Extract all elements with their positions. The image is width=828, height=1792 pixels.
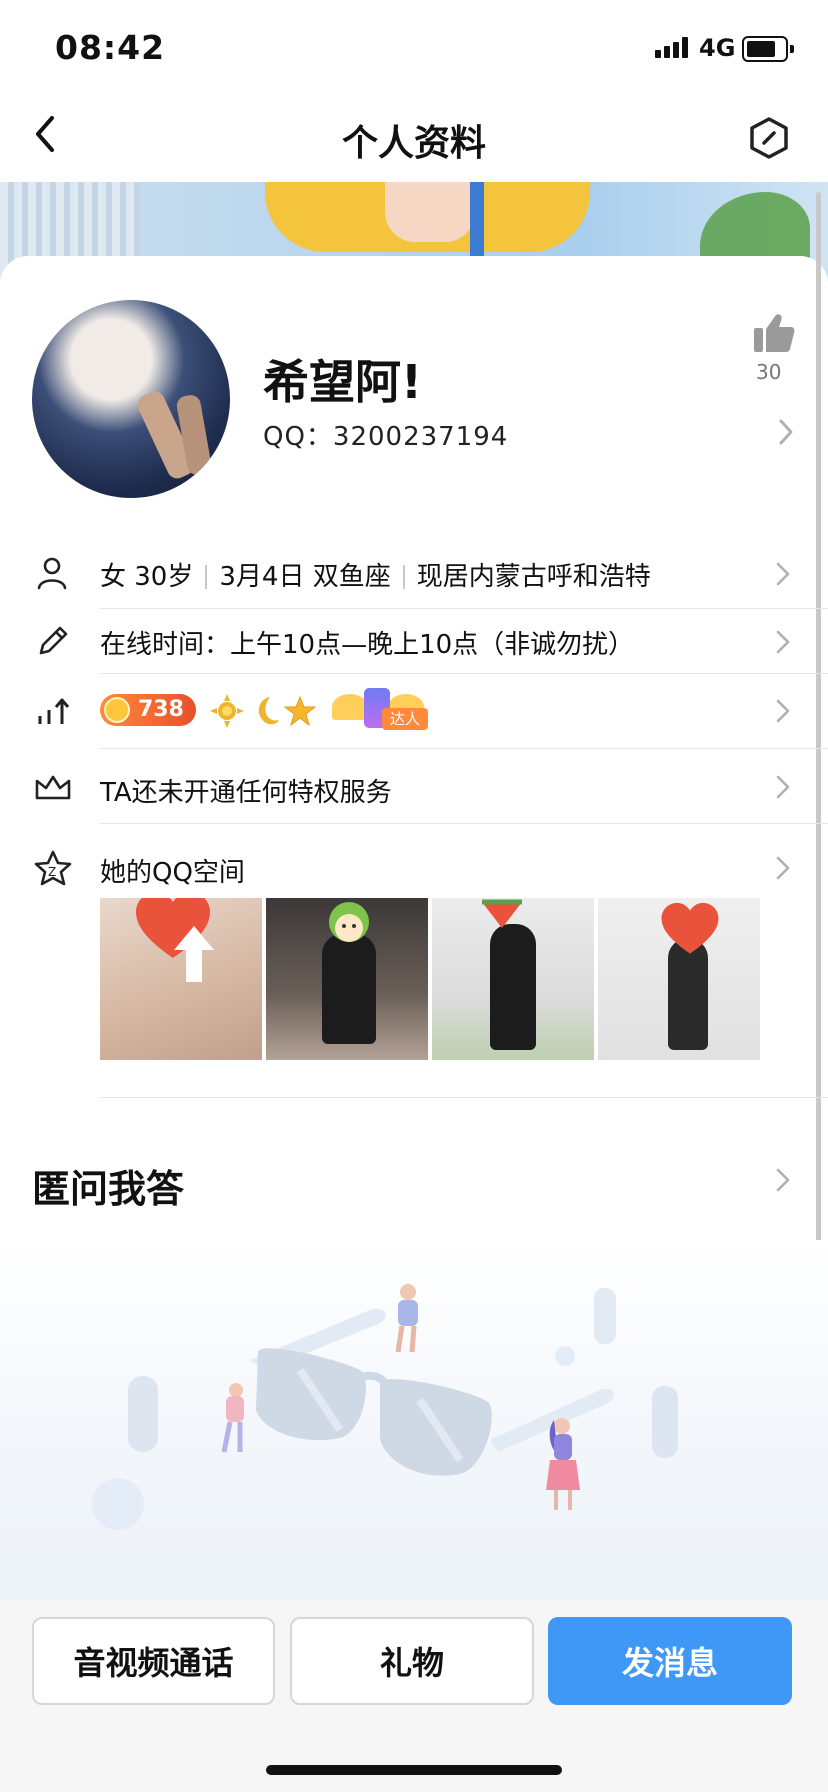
location: 现居内蒙古呼和浩特 [416, 562, 651, 592]
cover-figure-skin [385, 182, 475, 242]
moon-icon [250, 695, 280, 731]
chevron-right-icon[interactable] [776, 775, 790, 803]
separator [402, 565, 405, 589]
chevron-right-icon[interactable] [776, 630, 790, 658]
scrollbar[interactable] [816, 192, 821, 1410]
status-time: 08:42 [55, 28, 166, 67]
battery-icon [742, 36, 794, 62]
heart-sticker-icon [661, 902, 719, 954]
photo-figure [322, 934, 376, 1044]
empty-state-illustration [0, 1240, 828, 1600]
divider [100, 608, 828, 609]
coin-icon [104, 697, 130, 723]
chevron-right-icon[interactable] [776, 1168, 790, 1196]
chevron-right-icon[interactable] [778, 418, 794, 450]
home-indicator[interactable] [266, 1765, 562, 1775]
level-value: 738 [138, 697, 184, 722]
anonymous-qa-title[interactable]: 匿问我答 [32, 1158, 184, 1213]
like-count: 30 [756, 360, 782, 384]
wing-left [332, 694, 368, 720]
hexagon-edit-icon[interactable] [748, 116, 790, 164]
daren-badge[interactable]: 达人 [330, 688, 428, 732]
network-type: 4G [699, 34, 736, 62]
divider [100, 673, 828, 674]
crown-icon [34, 772, 72, 806]
separator [205, 565, 208, 589]
sun-icon [210, 694, 244, 732]
gender-age: 女 30岁 [100, 562, 194, 592]
daren-tag: 达人 [382, 708, 428, 730]
page-title: 个人资料 [341, 123, 486, 164]
star-icon [283, 695, 317, 731]
privilege-status[interactable]: TA还未开通任何特权服务 [100, 772, 392, 809]
level-up-icon [36, 696, 70, 730]
photo-figure [490, 924, 536, 1050]
chevron-right-icon[interactable] [776, 856, 790, 884]
birthday: 3月4日 双鱼座 [219, 562, 391, 592]
basic-info[interactable]: 女 30岁 3月4日 双鱼座 现居内蒙古呼和浩特 [100, 556, 651, 593]
thumbs-up-icon[interactable] [752, 312, 796, 358]
nickname: 希望阿! [263, 355, 422, 409]
nav-bar: 个人资料 [0, 96, 828, 182]
qzone-photo-3[interactable] [432, 898, 594, 1060]
divider [100, 748, 828, 749]
qzone-photo-4[interactable] [598, 898, 760, 1060]
qq-level-badge[interactable]: 738 [100, 694, 196, 726]
pencil-icon [36, 624, 70, 662]
av-call-button[interactable]: 音视频通话 [32, 1617, 275, 1705]
qzone-link[interactable]: 她的QQ空间 [100, 852, 245, 889]
gift-button[interactable]: 礼物 [290, 1617, 534, 1705]
qq-number: QQ：3200237194 [263, 422, 509, 452]
divider [100, 823, 828, 824]
divider [100, 1097, 828, 1098]
svg-text:Z: Z [48, 865, 56, 879]
sunglasses-illustration [92, 1284, 678, 1530]
watermelon-sticker-icon [329, 902, 369, 942]
person-icon [36, 556, 68, 594]
chevron-right-icon[interactable] [776, 699, 790, 727]
qzone-star-icon: Z [34, 850, 72, 890]
send-message-button[interactable]: 发消息 [548, 1617, 792, 1705]
avatar[interactable] [32, 300, 230, 498]
signal-icon [655, 36, 695, 62]
qzone-photo-2[interactable] [266, 898, 428, 1060]
watermelon-slice-icon [482, 899, 522, 928]
chevron-right-icon[interactable] [776, 562, 790, 590]
qzone-photo-1[interactable] [100, 898, 262, 1060]
arrow-sticker-icon [174, 926, 214, 982]
online-time-signature[interactable]: 在线时间：上午10点—晚上10点（非诚勿扰） [100, 624, 634, 661]
